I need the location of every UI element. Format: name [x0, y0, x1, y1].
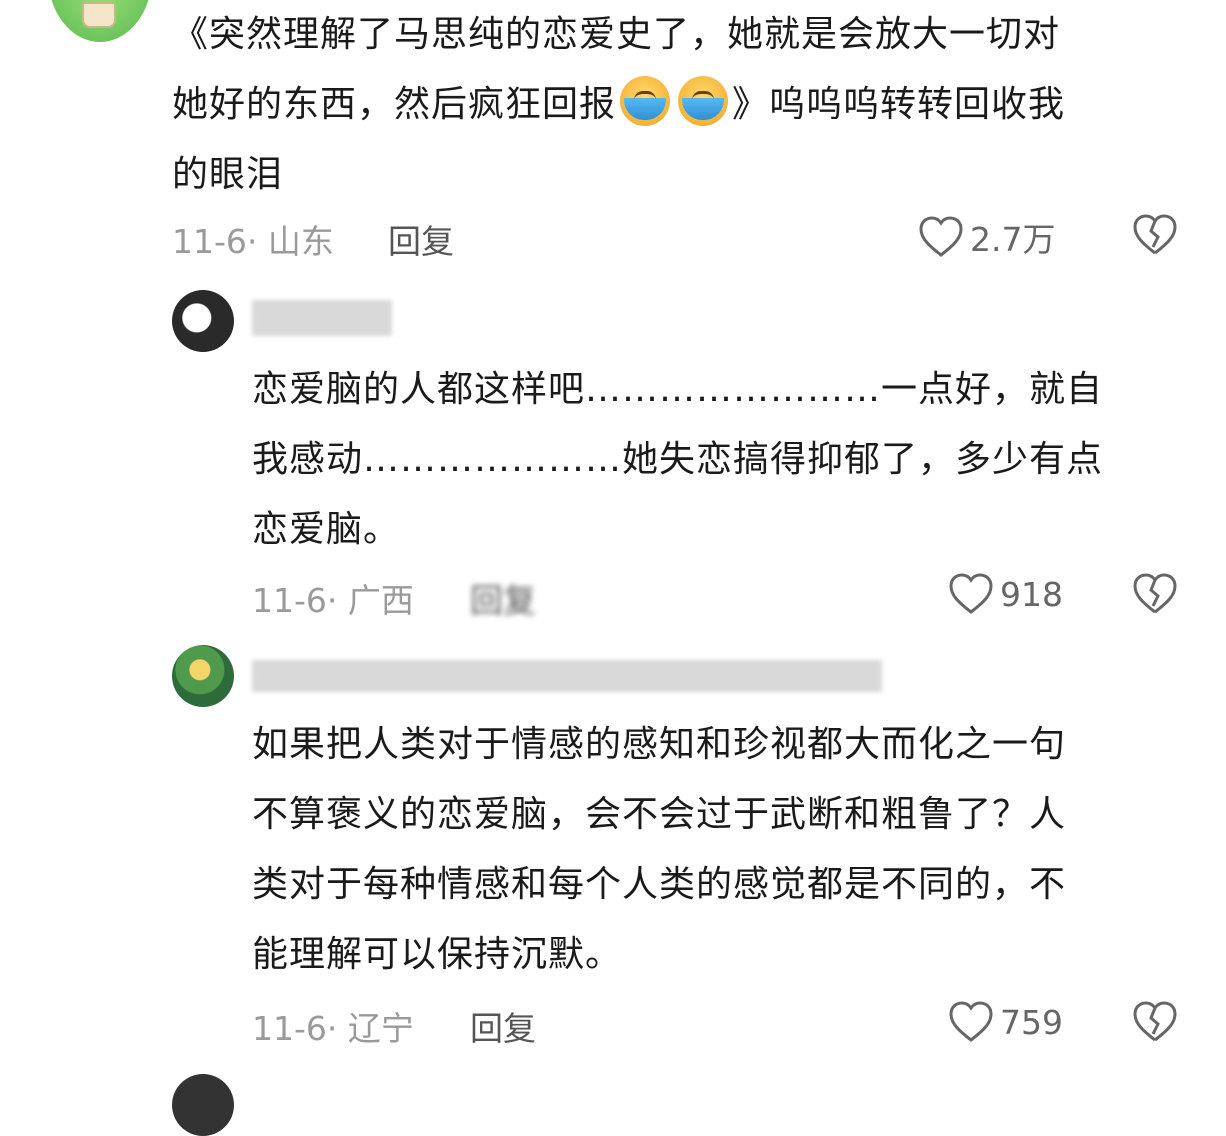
broken-heart-icon[interactable] [1132, 1000, 1178, 1044]
comment-line: 的眼泪 [172, 154, 284, 195]
broken-heart-icon[interactable] [1132, 213, 1178, 257]
comment-date-location: 11-6· 广西 [252, 581, 414, 620]
comment-date-location: 11-6· 辽宁 [252, 1009, 414, 1048]
heart-outline-icon [949, 573, 993, 614]
like-button[interactable]: 918 [948, 572, 1063, 616]
broken-heart-icon[interactable] [1132, 572, 1178, 616]
like-button[interactable]: 759 [948, 1000, 1063, 1044]
loudly-crying-face-icon [678, 76, 729, 126]
comment-line: 她好的东西，然后疯狂回报 》呜呜呜转转回收我 [172, 70, 1192, 140]
reply-button[interactable]: 回复 [470, 574, 536, 622]
like-count: 2.7万 [970, 220, 1056, 259]
reply-text: 恋爱脑的人都这样吧……………………一点好，就自 我感动…………………她失恋搞得抑… [252, 355, 1192, 565]
like-count: 759 [1000, 1002, 1063, 1042]
like-count: 918 [1000, 574, 1063, 614]
reply-button[interactable]: 回复 [388, 215, 454, 263]
loudly-crying-face-icon [620, 76, 671, 126]
avatar[interactable] [172, 290, 234, 352]
comment-line: 我感动…………………她失恋搞得抑郁了，多少有点 [252, 439, 1104, 480]
avatar[interactable] [48, 0, 152, 42]
comment-line: 如果把人类对于情感的感知和珍视都大而化之一句 [252, 724, 1067, 765]
comment-date-location: 11-6· 山东 [172, 222, 334, 261]
heart-outline-icon [949, 1001, 993, 1042]
avatar[interactable] [172, 1074, 234, 1136]
comment-line: 恋爱脑的人都这样吧……………………一点好，就自 [252, 369, 1104, 410]
comment-line: 《突然理解了马思纯的恋爱史了，她就是会放大一切对 [172, 14, 1061, 55]
username[interactable] [252, 300, 392, 336]
avatar[interactable] [172, 645, 234, 707]
username[interactable] [252, 660, 882, 692]
reply-button[interactable]: 回复 [470, 1002, 536, 1050]
comment-line: 恋爱脑。 [252, 509, 401, 550]
comment-line: 类对于每种情感和每个人类的感觉都是不同的，不 [252, 864, 1067, 905]
reply-text: 如果把人类对于情感的感知和珍视都大而化之一句 不算褒义的恋爱脑，会不会过于武断和… [252, 710, 1192, 990]
like-button[interactable]: 2.7万 [918, 213, 1055, 261]
comment-text: 《突然理解了马思纯的恋爱史了，她就是会放大一切对 她好的东西，然后疯狂回报 》呜呜… [172, 0, 1192, 210]
comment-line: 不算褒义的恋爱脑，会不会过于武断和粗鲁了？人 [252, 794, 1067, 835]
heart-outline-icon [919, 216, 963, 257]
comment-line: 能理解可以保持沉默。 [252, 934, 623, 975]
